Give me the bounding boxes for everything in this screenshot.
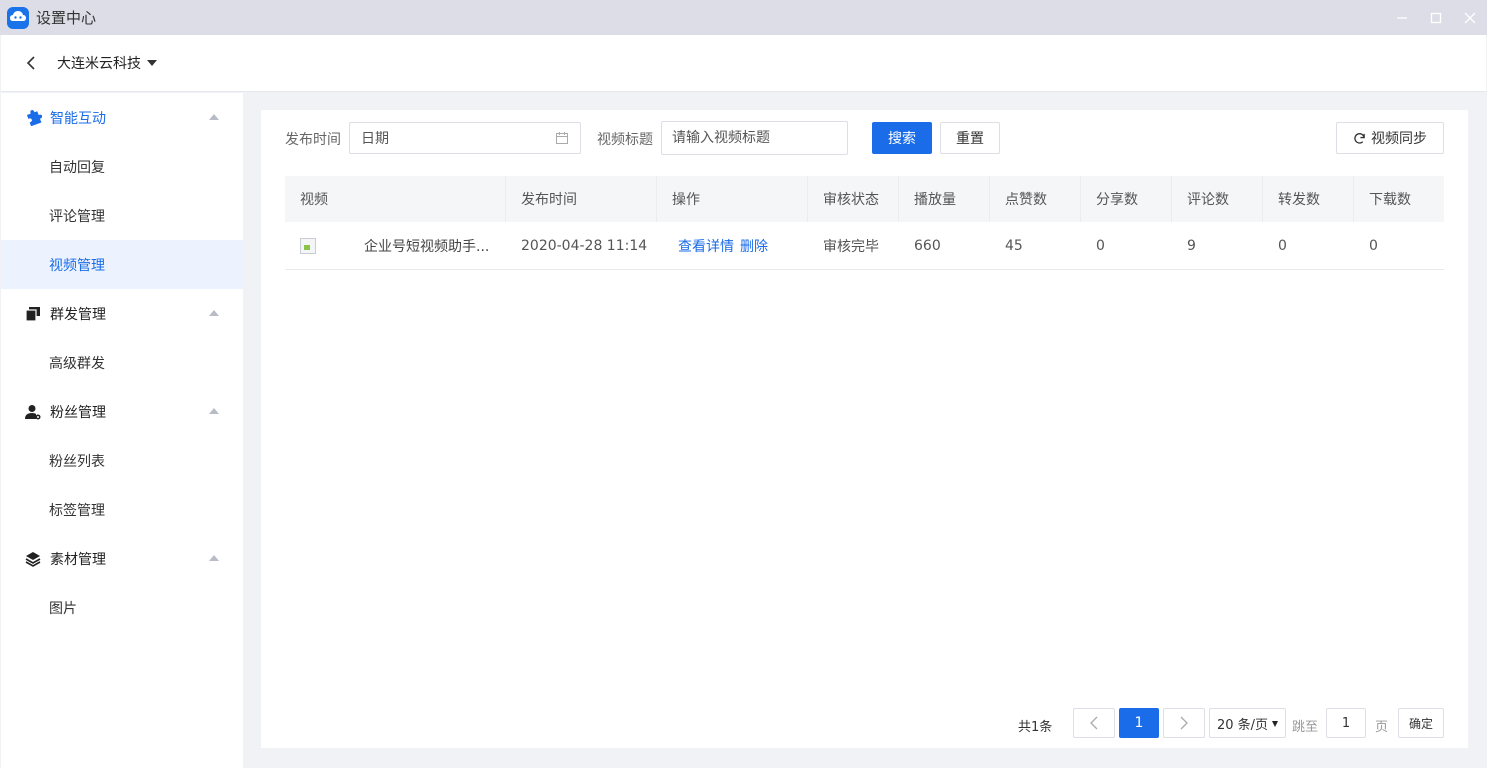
page-size-select[interactable]: 20 条/页 bbox=[1209, 708, 1286, 738]
column-header-comments: 评论数 bbox=[1172, 176, 1263, 222]
reset-button[interactable]: 重置 bbox=[940, 122, 1000, 154]
column-header-publish-time: 发布时间 bbox=[506, 176, 657, 222]
page-header: 大连米云科技 bbox=[1, 35, 1486, 92]
column-header-forwards: 转发数 bbox=[1263, 176, 1354, 222]
caret-down-icon[interactable] bbox=[147, 60, 157, 66]
sidebar-group-broadcast[interactable]: 群发管理 bbox=[1, 289, 243, 338]
video-management-panel: 发布时间 日期 视频标题 搜索 重置 视频同步 视频 发布时间 操作 审核状态 … bbox=[261, 110, 1468, 748]
window-controls bbox=[1385, 0, 1487, 35]
table-row: 企业号短视频助手... 2020-04-28 11:14 查看详情 删除 审核完… bbox=[285, 222, 1444, 270]
status-cell: 审核完毕 bbox=[823, 238, 879, 255]
company-selector[interactable]: 大连米云科技 bbox=[57, 53, 141, 73]
next-page-button[interactable] bbox=[1163, 708, 1205, 738]
puzzle-icon bbox=[24, 109, 42, 127]
video-title-input[interactable] bbox=[661, 121, 848, 155]
plays-cell: 660 bbox=[914, 237, 941, 254]
table-header: 视频 发布时间 操作 审核状态 播放量 点赞数 分享数 评论数 转发数 下载数 bbox=[285, 176, 1444, 222]
downloads-cell: 0 bbox=[1369, 237, 1378, 254]
maximize-icon[interactable] bbox=[1419, 0, 1453, 35]
sidebar-item-tags[interactable]: 标签管理 bbox=[1, 485, 243, 534]
column-header-plays: 播放量 bbox=[899, 176, 990, 222]
forwards-cell: 0 bbox=[1278, 237, 1287, 254]
column-header-likes: 点赞数 bbox=[990, 176, 1081, 222]
sidebar: 智能互动 自动回复 评论管理 视频管理 群发管理 高级群发 粉丝管理 粉丝列表 … bbox=[1, 93, 243, 768]
chevron-up-icon[interactable] bbox=[209, 114, 219, 120]
publish-time-cell: 2020-04-28 11:14 bbox=[521, 237, 648, 254]
chevron-up-icon[interactable] bbox=[209, 555, 219, 561]
total-count: 共1条 bbox=[1018, 720, 1053, 735]
sidebar-item-comments[interactable]: 评论管理 bbox=[1, 191, 243, 240]
app-logo-icon bbox=[7, 6, 29, 29]
column-header-actions: 操作 bbox=[657, 176, 808, 222]
sidebar-group-interaction[interactable]: 智能互动 bbox=[1, 93, 243, 142]
column-header-status: 审核状态 bbox=[808, 176, 899, 222]
minimize-icon[interactable] bbox=[1385, 0, 1419, 35]
prev-page-button[interactable] bbox=[1073, 708, 1115, 738]
column-header-video: 视频 bbox=[285, 176, 506, 222]
column-header-shares: 分享数 bbox=[1081, 176, 1172, 222]
window-title: 设置中心 bbox=[36, 9, 97, 27]
broken-image-icon[interactable] bbox=[300, 237, 316, 254]
delete-link[interactable]: 删除 bbox=[740, 236, 768, 256]
publish-time-label: 发布时间 bbox=[285, 132, 341, 148]
jump-page-input[interactable] bbox=[1326, 708, 1366, 738]
close-icon[interactable] bbox=[1453, 0, 1487, 35]
chevron-up-icon[interactable] bbox=[209, 408, 219, 414]
video-title-label: 视频标题 bbox=[597, 132, 653, 148]
refresh-icon bbox=[1354, 132, 1365, 144]
view-details-link[interactable]: 查看详情 bbox=[678, 236, 734, 256]
back-arrow-icon[interactable] bbox=[23, 53, 39, 73]
likes-cell: 45 bbox=[1005, 237, 1023, 254]
layers-icon bbox=[24, 550, 42, 568]
sidebar-item-auto-reply[interactable]: 自动回复 bbox=[1, 142, 243, 191]
chevron-right-icon bbox=[1180, 716, 1188, 730]
search-button[interactable]: 搜索 bbox=[872, 122, 932, 154]
jump-to-label: 跳至 bbox=[1292, 720, 1319, 735]
caret-down-icon bbox=[1272, 721, 1278, 727]
sidebar-item-videos[interactable]: 视频管理 bbox=[1, 240, 243, 289]
comments-cell: 9 bbox=[1187, 237, 1196, 254]
sidebar-item-fan-list[interactable]: 粉丝列表 bbox=[1, 436, 243, 485]
sidebar-item-images[interactable]: 图片 bbox=[1, 583, 243, 632]
page-unit-label: 页 bbox=[1375, 720, 1389, 735]
video-table: 视频 发布时间 操作 审核状态 播放量 点赞数 分享数 评论数 转发数 下载数 … bbox=[285, 176, 1444, 270]
actions-cell: 查看详情 删除 bbox=[657, 222, 808, 270]
column-header-downloads: 下载数 bbox=[1369, 192, 1411, 208]
sidebar-item-advanced-broadcast[interactable]: 高级群发 bbox=[1, 338, 243, 387]
title-bar: 设置中心 bbox=[0, 0, 1487, 35]
video-cell: 企业号短视频助手... bbox=[285, 222, 506, 270]
sidebar-group-fans[interactable]: 粉丝管理 bbox=[1, 387, 243, 436]
sidebar-group-materials[interactable]: 素材管理 bbox=[1, 534, 243, 583]
chevron-left-icon bbox=[1090, 716, 1098, 730]
messages-icon bbox=[24, 305, 42, 323]
video-title: 企业号短视频助手... bbox=[364, 238, 490, 255]
video-sync-button[interactable]: 视频同步 bbox=[1336, 122, 1444, 154]
chevron-up-icon[interactable] bbox=[209, 310, 219, 316]
date-placeholder: 日期 bbox=[361, 131, 389, 147]
confirm-jump-button[interactable]: 确定 bbox=[1398, 708, 1444, 738]
page-number-current[interactable]: 1 bbox=[1119, 708, 1159, 738]
shares-cell: 0 bbox=[1096, 237, 1105, 254]
date-picker[interactable]: 日期 bbox=[349, 122, 581, 154]
user-gear-icon bbox=[24, 403, 42, 421]
calendar-icon bbox=[556, 132, 568, 148]
